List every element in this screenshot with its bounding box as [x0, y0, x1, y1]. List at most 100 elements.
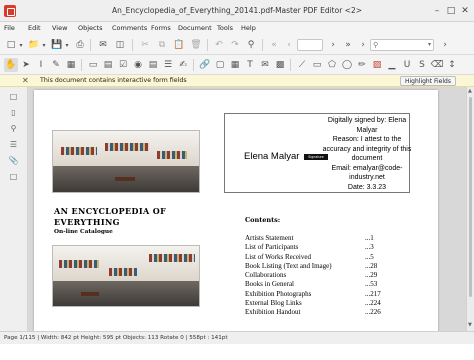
note-icon[interactable]: ✉: [258, 58, 272, 72]
vertical-scrollbar[interactable]: ▲ ▼: [466, 87, 474, 331]
signature-field-icon[interactable]: ✍: [176, 58, 190, 72]
zoom-dropdown-icon[interactable]: ›: [356, 38, 370, 52]
pencil-icon[interactable]: ✏: [355, 58, 369, 72]
copy-icon[interactable]: ⧉: [155, 38, 169, 52]
scroll-down-icon[interactable]: ▼: [468, 322, 472, 328]
thumbnails-icon[interactable]: □: [7, 91, 20, 103]
stamp-icon[interactable]: ▩: [273, 58, 287, 72]
combo-field-icon[interactable]: ▤: [146, 58, 160, 72]
print-icon[interactable]: ⎙: [73, 38, 87, 52]
chevron-down-icon[interactable]: ▾: [63, 38, 71, 52]
paste-icon[interactable]: 📋: [172, 38, 186, 52]
email-icon[interactable]: ✉: [96, 38, 110, 52]
rectangle-icon[interactable]: ▭: [310, 58, 324, 72]
underline-icon[interactable]: U: [400, 58, 414, 72]
first-page-icon[interactable]: «: [267, 38, 281, 52]
toc-row[interactable]: Collaborations ...29: [245, 271, 395, 280]
prev-page-icon[interactable]: ‹: [282, 38, 296, 52]
highlight-fields-button[interactable]: Highlight Fields: [400, 76, 456, 86]
menu-document[interactable]: Document: [178, 24, 212, 32]
form-fields-notice: ✕ This document contains interactive for…: [0, 75, 474, 87]
checkbox-field-icon[interactable]: ☑: [116, 58, 130, 72]
next-page-icon[interactable]: ›: [326, 38, 340, 52]
signature-details: Digitally signed by: Elena Malyar Reason…: [322, 117, 412, 191]
toc-row[interactable]: Exhibition Photographs ...217: [245, 290, 395, 299]
shape-icon[interactable]: ▢: [213, 58, 227, 72]
redact-icon[interactable]: ▨: [370, 58, 384, 72]
eraser-icon[interactable]: ⌫: [430, 58, 444, 72]
text-field-icon[interactable]: ▤: [101, 58, 115, 72]
layers-icon[interactable]: ☰: [7, 139, 20, 151]
toc-row[interactable]: List of Works Received ...5: [245, 253, 395, 262]
toc-row[interactable]: Book Listing (Text and Image) ...28: [245, 262, 395, 271]
undo-icon[interactable]: ↶: [212, 38, 226, 52]
list-field-icon[interactable]: ☰: [161, 58, 175, 72]
text-select-icon[interactable]: Ⅰ: [34, 58, 48, 72]
save-icon[interactable]: 💾: [50, 38, 64, 52]
new-document-icon[interactable]: □: [4, 38, 18, 52]
image-icon[interactable]: ▦: [64, 58, 78, 72]
toc-row[interactable]: List of Participants ...3: [245, 243, 395, 252]
attachments-icon[interactable]: 📎: [7, 155, 20, 167]
ellipse-icon[interactable]: ◯: [340, 58, 354, 72]
select-arrow-icon[interactable]: ➤: [19, 58, 33, 72]
redo-icon[interactable]: ↷: [228, 38, 242, 52]
edit-text-icon[interactable]: ✎: [49, 58, 63, 72]
close-icon[interactable]: ✕: [22, 76, 29, 85]
window-title: An_Encyclopedia_of_Everything_20141.pdf-…: [112, 6, 362, 15]
menu-bar: File Edit View Objects Comments Forms Do…: [0, 22, 474, 35]
open-folder-icon[interactable]: 📁: [27, 38, 41, 52]
scrollbar-thumb[interactable]: [469, 97, 472, 297]
search-input[interactable]: ⚲ ▾: [370, 39, 434, 51]
hand-tool-icon[interactable]: ✋: [4, 58, 18, 72]
link-icon[interactable]: 🔗: [198, 58, 212, 72]
page-number-field[interactable]: [297, 39, 323, 51]
last-page-icon[interactable]: »: [341, 38, 355, 52]
scroll-up-icon[interactable]: ▲: [468, 88, 472, 94]
cut-icon[interactable]: ✂: [138, 38, 152, 52]
toolbar-divider: [207, 39, 208, 51]
tools-toolbar: ✋ ➤ Ⅰ ✎ ▦ ▭ ▤ ☑ ◉ ▤ ☰ ✍ 🔗 ▢ ▦ T ✉ ▩ ⟋ ▭ …: [0, 55, 474, 75]
comments-panel-icon[interactable]: □: [7, 171, 20, 183]
menu-forms[interactable]: Forms: [151, 24, 171, 32]
toolbar-divider: [81, 59, 82, 71]
find-icon[interactable]: ⚲: [244, 38, 258, 52]
menu-comments[interactable]: Comments: [112, 24, 147, 32]
close-window-icon[interactable]: ✕: [458, 4, 472, 18]
menu-tools[interactable]: Tools: [217, 24, 233, 32]
toc-row[interactable]: External Blog Links ...224: [245, 299, 395, 308]
strikeout-icon[interactable]: S: [415, 58, 429, 72]
menu-edit[interactable]: Edit: [28, 24, 41, 32]
measure-icon[interactable]: ↕: [445, 58, 459, 72]
search-panel-icon[interactable]: ⚲: [7, 123, 20, 135]
button-field-icon[interactable]: ▭: [86, 58, 100, 72]
minimize-icon[interactable]: –: [430, 4, 444, 18]
menu-file[interactable]: File: [4, 24, 15, 32]
status-text: Page 1/115 | Width: 842 pt Height: 595 p…: [4, 335, 228, 341]
menu-view[interactable]: View: [52, 24, 67, 32]
bookmarks-icon[interactable]: ▯: [7, 107, 20, 119]
toc-row[interactable]: Artists Statement ...1: [245, 234, 395, 243]
title-bar: An_Encyclopedia_of_Everything_20141.pdf-…: [0, 0, 474, 22]
polygon-icon[interactable]: ⬠: [325, 58, 339, 72]
notice-message: This document contains interactive form …: [40, 77, 187, 84]
toc-row[interactable]: Exhibition Handout ...226: [245, 308, 395, 317]
textbox-icon[interactable]: T: [243, 58, 257, 72]
highlight-icon[interactable]: ▁: [385, 58, 399, 72]
document-viewport[interactable]: Elena Malyar Signature Digitally signed …: [28, 87, 466, 331]
maximize-icon[interactable]: □: [444, 4, 458, 18]
delete-icon[interactable]: 🗑: [189, 38, 203, 52]
chevron-down-icon[interactable]: ▾: [17, 38, 25, 52]
menu-objects[interactable]: Objects: [78, 24, 103, 32]
toolbar-divider: [262, 39, 263, 51]
line-icon[interactable]: ⟋: [295, 58, 309, 72]
chevron-down-icon[interactable]: ▾: [40, 38, 48, 52]
menu-help[interactable]: Help: [241, 24, 256, 32]
toc-row[interactable]: Books in General ...53: [245, 280, 395, 289]
toolbar-divider: [132, 39, 133, 51]
signature-field[interactable]: Elena Malyar Signature Digitally signed …: [224, 113, 412, 193]
scan-icon[interactable]: ◫: [113, 38, 127, 52]
search-next-icon[interactable]: ›: [438, 38, 452, 52]
radio-field-icon[interactable]: ◉: [131, 58, 145, 72]
image-insert-icon[interactable]: ▦: [228, 58, 242, 72]
